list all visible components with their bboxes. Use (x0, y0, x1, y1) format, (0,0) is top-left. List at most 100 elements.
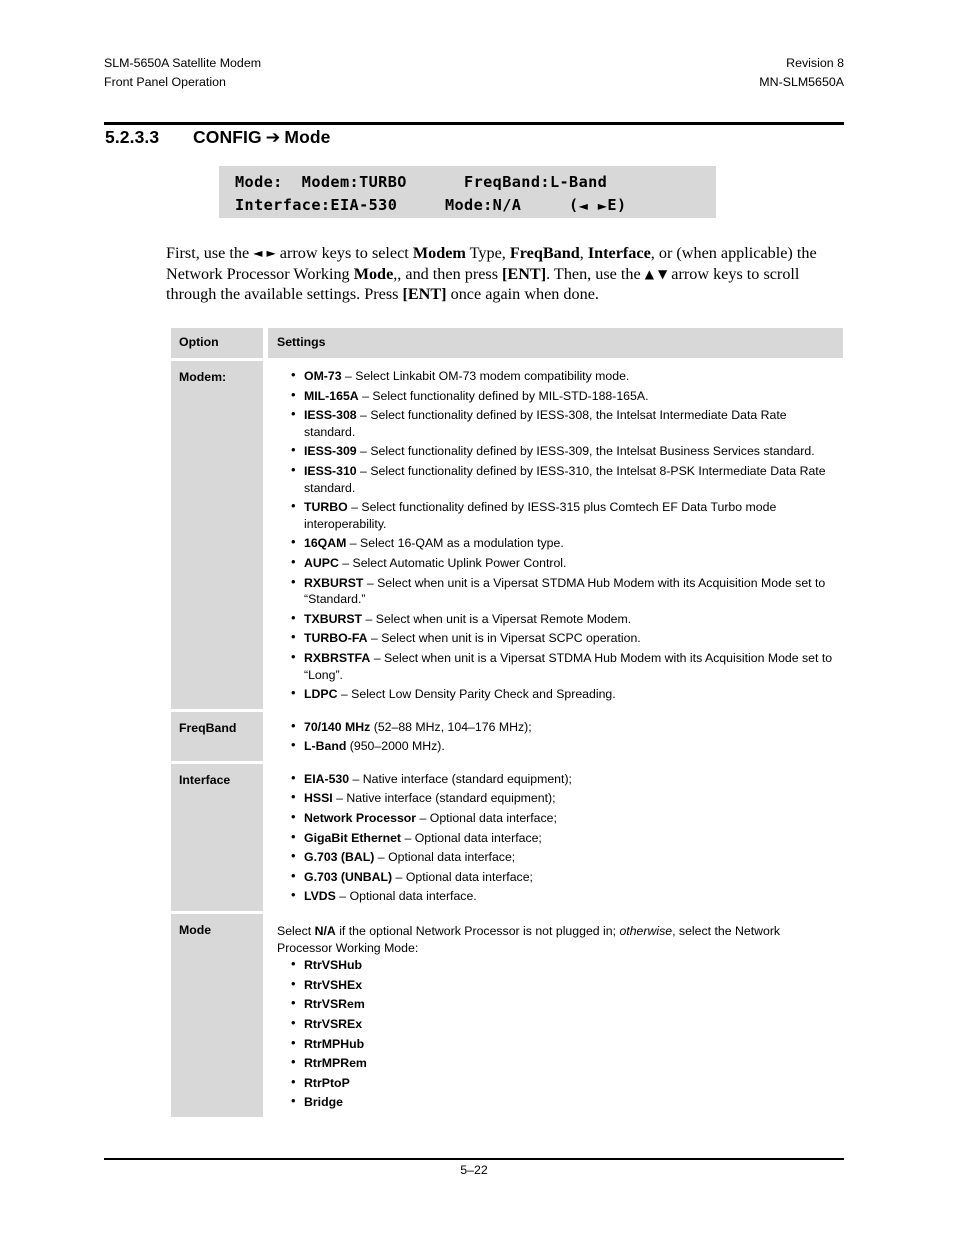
setting-desc: – Select when unit is a Vipersat STDMA H… (304, 575, 826, 607)
table-row: Interface EIA-530 – Native interface (st… (171, 763, 843, 912)
lcd-line-2: Interface:EIA-530 Mode:N/A (◄ ►E) (219, 194, 716, 218)
table-cell-option: Interface (171, 763, 263, 912)
para-bold-ent-1: [ENT] (502, 264, 547, 283)
setting-desc: – Select functionality defined by IESS-3… (304, 408, 787, 439)
list-item: RXBURST – Select when unit is a Vipersat… (291, 574, 843, 608)
left-arrow-icon: ◄ (253, 246, 263, 260)
running-header-left: SLM-5650A Satellite Modem Front Panel Op… (104, 54, 261, 92)
setting-term: G.703 (UNBAL) (304, 869, 393, 884)
list-item: HSSI – Native interface (standard equipm… (291, 789, 843, 807)
right-arrow-icon: ➔ (265, 128, 281, 148)
section-title-before: CONFIG (193, 127, 262, 147)
instruction-paragraph: First, use the ◄ ► arrow keys to select … (166, 243, 838, 305)
para-bold-ent-2: [ENT] (402, 285, 447, 304)
settings-list: RtrVSHub RtrVSHEx RtrVSRem RtrVSREx RtrM… (277, 956, 843, 1111)
setting-desc: – Select Automatic Uplink Power Control. (338, 555, 567, 570)
setting-desc: – Select functionality defined by IESS-3… (356, 444, 815, 459)
mode-intro-italic-otherwise: otherwise (619, 924, 673, 939)
setting-term: RtrVSRem (304, 997, 365, 1012)
mode-intro-bold-na: N/A (314, 924, 336, 939)
setting-term: OM-73 (304, 369, 342, 383)
table-cell-option: Modem: (171, 361, 263, 709)
setting-term: RXBRSTFA (304, 650, 371, 665)
list-item: OM-73 – Select Linkabit OM-73 modem comp… (291, 367, 843, 385)
table-cell-option: Mode (171, 914, 263, 1117)
setting-desc: (52–88 MHz, 104–176 MHz); (370, 719, 532, 734)
para-text-f: ,, and then press (393, 264, 503, 283)
setting-desc: – Optional data interface; (401, 830, 542, 845)
list-item: G.703 (BAL) – Optional data interface; (291, 848, 843, 866)
list-item: G.703 (UNBAL) – Optional data interface; (291, 868, 843, 886)
table-cell-settings: Select N/A if the optional Network Proce… (268, 914, 843, 1117)
page-title: 5.2.3.3 CONFIG ➔ Mode (105, 127, 331, 148)
list-item: RXBRSTFA – Select when unit is a Vipersa… (291, 649, 843, 683)
up-arrow-icon: ▲ (644, 266, 654, 281)
setting-term: IESS-309 (304, 444, 357, 459)
settings-table: Option Settings Modem: OM-73 – Select Li… (171, 328, 843, 1117)
para-bold-interface: Interface (587, 244, 651, 262)
setting-term: 16QAM (304, 536, 347, 551)
list-item: TURBO-FA – Select when unit is in Vipers… (291, 629, 843, 647)
header-revision: Revision 8 (786, 56, 844, 70)
list-item: 70/140 MHz (52–88 MHz, 104–176 MHz); (291, 718, 843, 736)
list-item: EIA-530 – Native interface (standard equ… (291, 770, 843, 788)
setting-desc: – Select when unit is in Vipersat SCPC o… (367, 631, 641, 646)
setting-term: RtrMPHub (304, 1036, 365, 1051)
list-item: IESS-308 – Select functionality defined … (291, 406, 843, 440)
lcd-line-1: Mode: Modem:TURBO FreqBand:L-Band (235, 173, 608, 191)
running-header: SLM-5650A Satellite Modem Front Panel Op… (104, 54, 844, 92)
settings-list: 70/140 MHz (52–88 MHz, 104–176 MHz); L-B… (277, 718, 843, 755)
list-item: MIL-165A – Select functionality defined … (291, 387, 843, 405)
down-arrow-icon: ▼ (658, 266, 668, 281)
setting-desc: (950–2000 MHz). (346, 739, 445, 754)
list-item: IESS-309 – Select functionality defined … (291, 442, 843, 460)
para-text-g: . Then, use the (546, 264, 645, 283)
setting-term: Network Processor (304, 811, 417, 826)
para-bold-freqband: FreqBand (509, 244, 580, 262)
list-item: TURBO – Select functionality defined by … (291, 498, 843, 532)
setting-term: AUPC (304, 555, 339, 570)
setting-term: TXBURST (304, 611, 363, 626)
setting-desc: – Optional data interface; (392, 869, 533, 884)
list-item: LVDS – Optional data interface. (291, 887, 843, 905)
setting-term: RtrVSHEx (304, 977, 363, 992)
list-item: RtrVSREx (291, 1015, 843, 1033)
setting-term: 70/140 MHz (304, 719, 371, 734)
para-bold-mode: Mode (353, 264, 394, 283)
setting-term: RtrMPRem (304, 1056, 367, 1071)
table-cell-settings: EIA-530 – Native interface (standard equ… (268, 763, 843, 912)
setting-term: G.703 (BAL) (304, 850, 375, 865)
para-text-i: once again when done. (446, 285, 599, 304)
setting-desc: – Optional data interface; (374, 850, 516, 865)
mode-intro-a: Select (277, 924, 315, 939)
setting-term: RtrPtoP (304, 1075, 350, 1090)
list-item: 16QAM – Select 16-QAM as a modulation ty… (291, 534, 843, 552)
setting-desc: – Native interface (standard equipment); (332, 791, 556, 806)
setting-term: RtrVSREx (304, 1017, 363, 1031)
left-arrow-icon: ◄ (578, 199, 589, 213)
setting-desc: – Select Low Density Parity Check and Sp… (337, 687, 616, 702)
lcd-line-2-text-a: Interface:EIA-530 Mode:N/A ( (235, 196, 579, 214)
para-text-d: , (579, 244, 588, 262)
list-item: Bridge (291, 1093, 843, 1111)
settings-list: EIA-530 – Native interface (standard equ… (277, 770, 843, 905)
section-number: 5.2.3.3 (105, 127, 160, 147)
lcd-line-2-gap (588, 196, 598, 214)
table-header-row: Option Settings (171, 328, 843, 358)
table-row: FreqBand 70/140 MHz (52–88 MHz, 104–176 … (171, 711, 843, 761)
list-item: RtrVSHEx (291, 976, 843, 994)
table-cell-settings: 70/140 MHz (52–88 MHz, 104–176 MHz); L-B… (268, 711, 843, 761)
right-arrow-icon: ► (266, 246, 276, 260)
setting-desc: – Select when unit is a Vipersat Remote … (362, 611, 632, 626)
list-item: RtrMPRem (291, 1054, 843, 1072)
mode-intro-b: if the optional Network Processor is not… (335, 924, 620, 939)
list-item: TXBURST – Select when unit is a Vipersat… (291, 610, 843, 628)
table-cell-settings: OM-73 – Select Linkabit OM-73 modem comp… (268, 361, 843, 709)
list-item: L-Band (950–2000 MHz). (291, 737, 843, 755)
setting-desc: – Select 16-QAM as a modulation type. (346, 536, 564, 551)
setting-term: L-Band (304, 739, 347, 754)
para-bold-modem: Modem (412, 244, 466, 262)
table-header-option: Option (171, 328, 263, 358)
setting-term: LDPC (304, 687, 338, 702)
setting-term: HSSI (304, 791, 333, 806)
